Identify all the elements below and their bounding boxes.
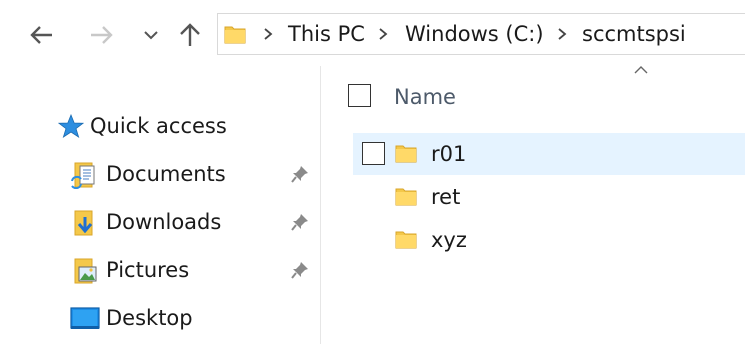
address-bar[interactable]: This PC Windows (C:) sccmtspsi — [217, 13, 745, 55]
column-header-name[interactable]: Name — [394, 77, 456, 117]
arrow-left-icon — [30, 26, 52, 44]
sort-ascending-icon — [634, 66, 648, 74]
folder-icon — [395, 145, 417, 163]
row-checkbox[interactable] — [362, 142, 385, 165]
file-name: ret — [431, 185, 461, 209]
documents-icon — [71, 162, 95, 189]
pin-icon[interactable] — [290, 164, 310, 184]
nav-label: Documents — [106, 162, 226, 186]
arrow-up-icon — [180, 23, 200, 46]
downloads-icon — [74, 210, 93, 236]
chevron-right-icon[interactable] — [378, 28, 388, 40]
pictures-icon — [74, 258, 97, 284]
nav-label: Downloads — [106, 210, 222, 234]
navigation-toolbar: This PC Windows (C:) sccmtspsi — [0, 0, 745, 66]
file-name: xyz — [431, 228, 467, 252]
recent-locations-button[interactable] — [136, 18, 166, 52]
chevron-right-icon — [264, 28, 273, 40]
chevron-down-icon — [144, 31, 158, 40]
nav-item-downloads[interactable]: Downloads — [70, 202, 310, 242]
list-item[interactable]: r01 — [353, 133, 745, 175]
desktop-icon — [70, 307, 100, 329]
folder-icon — [395, 231, 417, 249]
folder-icon — [224, 26, 246, 44]
nav-item-pictures[interactable]: Pictures — [70, 250, 310, 290]
pin-icon[interactable] — [290, 212, 310, 232]
forward-button[interactable] — [86, 18, 116, 52]
up-button[interactable] — [175, 18, 205, 52]
breadcrumb-windows-c[interactable]: Windows (C:) — [405, 14, 544, 54]
nav-item-desktop[interactable]: Desktop — [70, 298, 310, 338]
list-item[interactable]: ret — [353, 176, 745, 218]
navigation-pane: Quick access Documents Downloads Picture… — [0, 66, 320, 344]
breadcrumb-sccmtspsi[interactable]: sccmtspsi — [582, 14, 686, 54]
nav-item-documents[interactable]: Documents — [70, 154, 310, 194]
list-item[interactable]: xyz — [353, 219, 745, 261]
nav-label: Quick access — [90, 114, 227, 138]
nav-label: Desktop — [106, 306, 193, 330]
back-button[interactable] — [27, 18, 57, 52]
chevron-right-icon[interactable] — [557, 28, 567, 40]
select-all-checkbox[interactable] — [348, 84, 371, 107]
breadcrumb-this-pc[interactable]: This PC — [288, 14, 365, 54]
folder-icon — [395, 188, 417, 206]
pane-divider[interactable] — [320, 66, 321, 344]
file-name: r01 — [431, 142, 467, 166]
nav-label: Pictures — [106, 258, 190, 282]
star-icon — [58, 114, 84, 138]
arrow-right-icon — [91, 26, 113, 44]
pin-icon[interactable] — [290, 260, 310, 280]
